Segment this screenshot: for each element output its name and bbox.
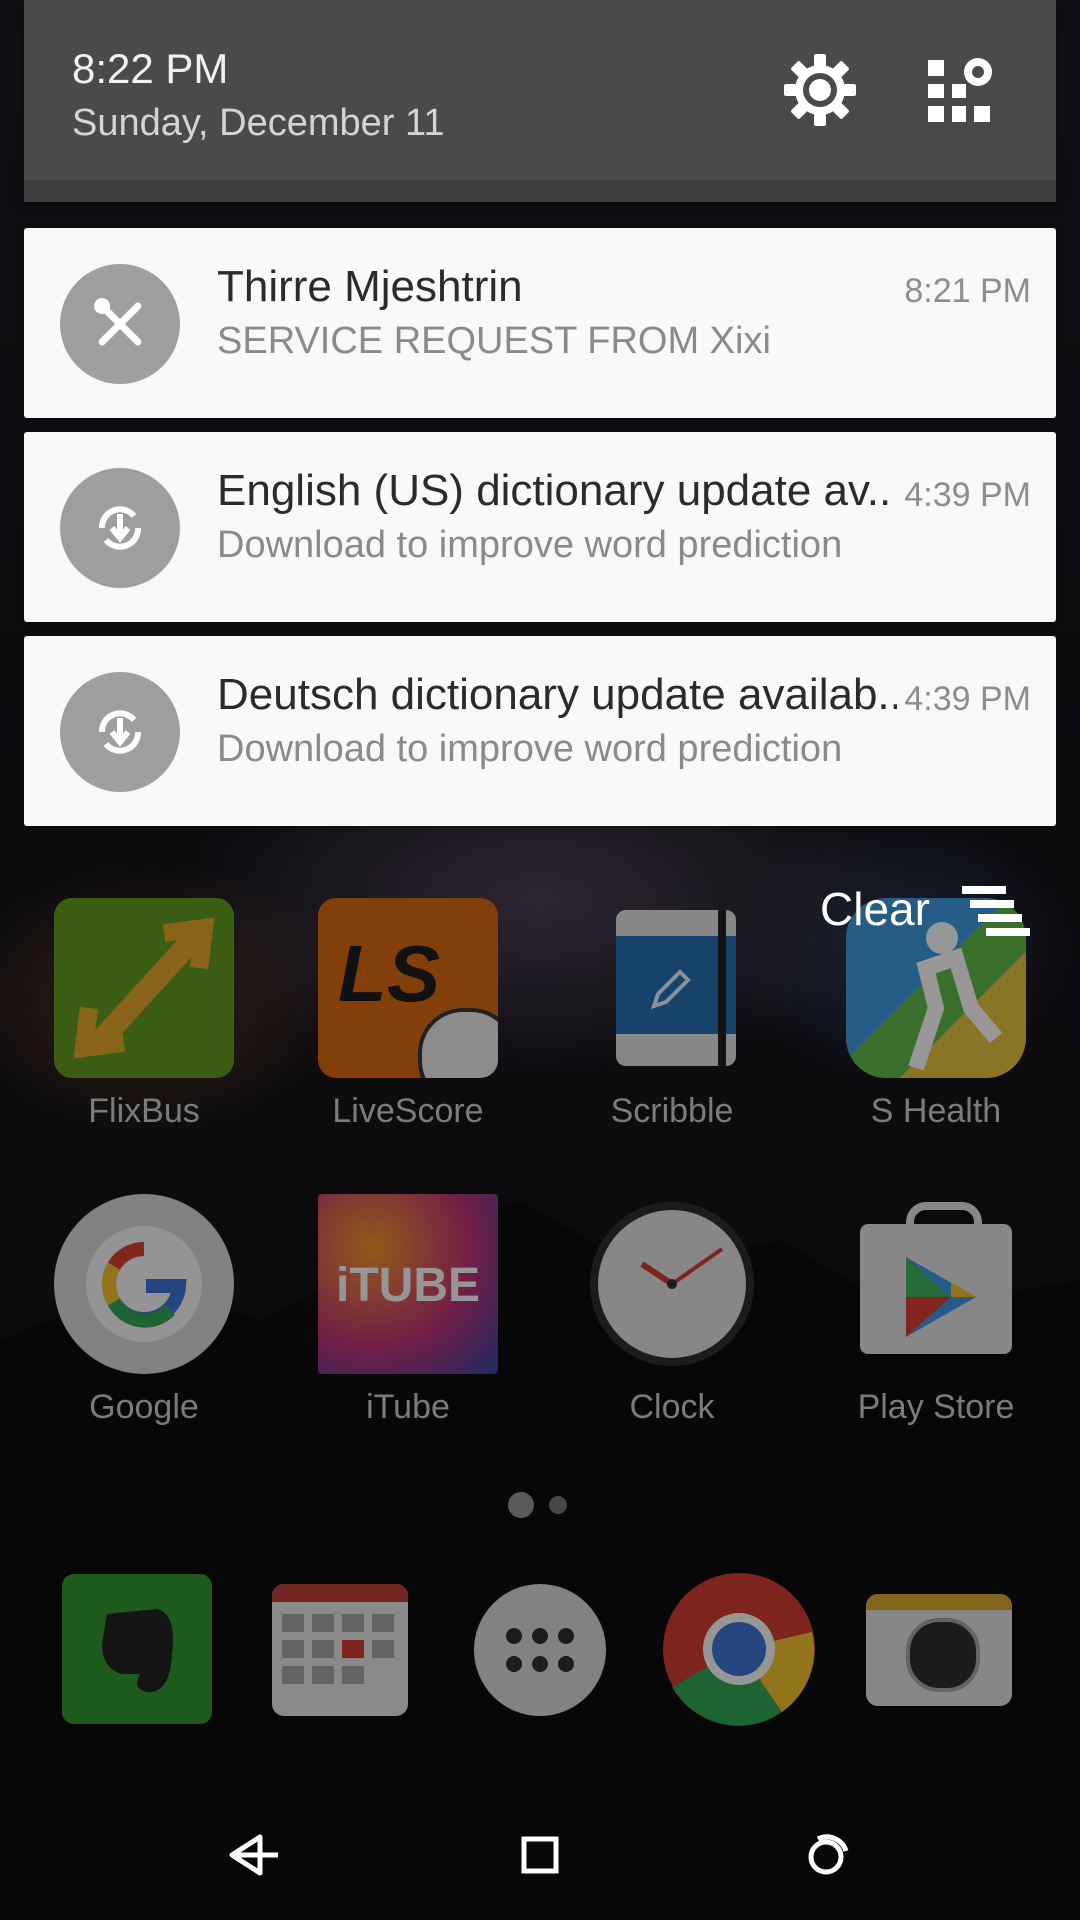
quick-settings-header: 8:22 PM Sunday, December 11: [24, 0, 1056, 202]
recents-icon[interactable]: [788, 1815, 868, 1895]
quick-settings-edit-icon[interactable]: [924, 50, 1004, 130]
back-icon[interactable]: [212, 1815, 292, 1895]
clear-all-icon: [962, 886, 1030, 936]
home-icon[interactable]: [500, 1815, 580, 1895]
notification-time: 4:39 PM: [904, 476, 1031, 514]
sync-download-icon: [99, 710, 141, 754]
notification-title: Thirre Mjeshtrin: [217, 262, 523, 311]
notification-title: Deutsch dictionary update availab..: [217, 670, 897, 719]
notification-text: Download to improve word prediction: [217, 524, 843, 566]
clock-date: Sunday, December 11: [72, 102, 445, 144]
clear-all-label: Clear: [820, 883, 930, 935]
search-bar-peek: [24, 180, 1056, 202]
notification-time: 4:39 PM: [904, 680, 1031, 718]
notification-title: English (US) dictionary update av..: [217, 466, 892, 515]
settings-gear-icon[interactable]: [780, 50, 860, 130]
notification-app-icon: [60, 264, 180, 384]
notification-app-icon: [60, 468, 180, 588]
navigation-bar: [0, 1790, 1080, 1920]
clock-time: 8:22 PM: [72, 45, 229, 92]
notification-time: 8:21 PM: [904, 272, 1031, 310]
sync-download-icon: [99, 506, 141, 550]
notification-card[interactable]: English (US) dictionary update av.. Down…: [24, 432, 1056, 622]
notification-card[interactable]: Deutsch dictionary update availab.. Down…: [24, 636, 1056, 826]
notification-app-icon: [60, 672, 180, 792]
notification-text: SERVICE REQUEST FROM Xixi: [217, 320, 771, 362]
notification-text: Download to improve word prediction: [217, 728, 843, 770]
wrench-screwdriver-icon: [94, 298, 142, 346]
notification-card[interactable]: Thirre Mjeshtrin SERVICE REQUEST FROM Xi…: [24, 228, 1056, 418]
